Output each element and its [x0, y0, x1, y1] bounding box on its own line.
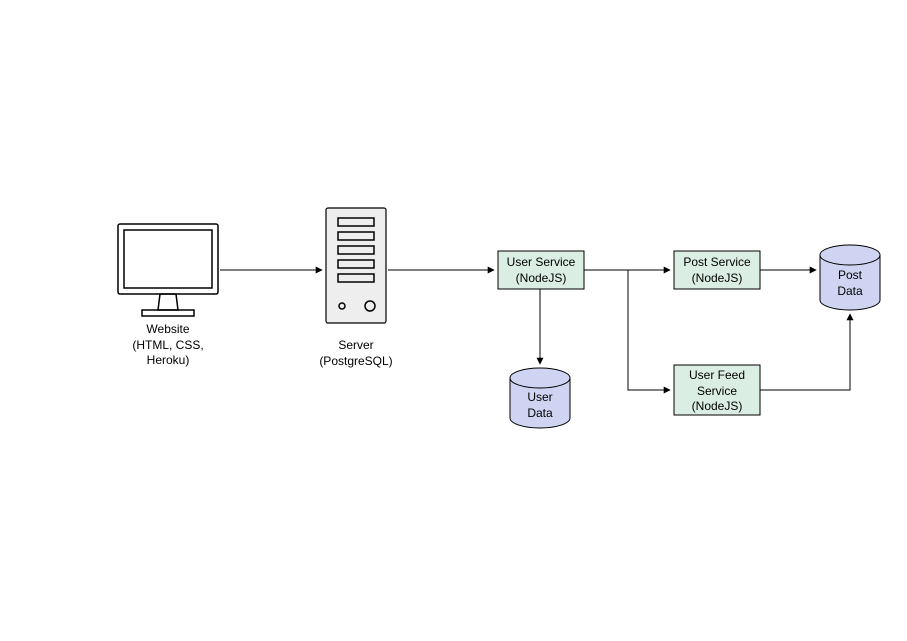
post-service-label: Post Service (NodeJS) — [676, 255, 758, 286]
user-data-label: User Data — [518, 390, 562, 421]
server-label: Server (PostgreSQL) — [306, 338, 406, 369]
user-service-label: User Service (NodeJS) — [500, 255, 582, 286]
website-label: Website (HTML, CSS, Heroku) — [118, 322, 218, 369]
diagram-svg — [0, 0, 907, 641]
monitor-icon — [118, 224, 218, 316]
architecture-diagram: Website (HTML, CSS, Heroku) Server (Post… — [0, 0, 907, 641]
arrow-userfeed-to-postdata — [760, 314, 850, 390]
arrow-branch-to-userfeed — [628, 270, 670, 390]
server-tower-icon — [326, 208, 386, 323]
user-feed-service-label: User Feed Service (NodeJS) — [676, 368, 758, 415]
post-data-label: Post Data — [828, 268, 872, 299]
